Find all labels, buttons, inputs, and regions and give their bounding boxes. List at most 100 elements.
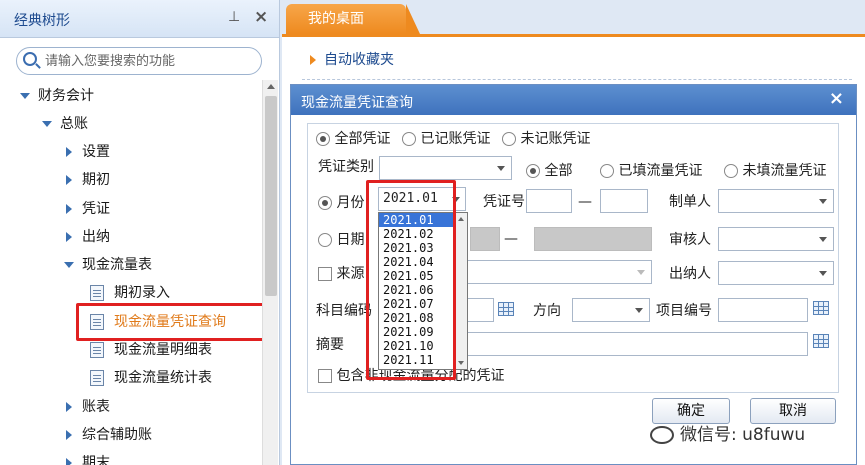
tree-scrollbar[interactable]: [262, 80, 278, 465]
tab-my-desk[interactable]: 我的桌面: [286, 4, 420, 34]
search-box[interactable]: [16, 47, 262, 75]
tree-item-opening[interactable]: 期初: [66, 169, 110, 191]
radio-button[interactable]: [526, 164, 540, 178]
checkbox[interactable]: [318, 369, 332, 383]
navigation-panel: 经典树形 ⊥ × 财务会计 总账 设置 期初 凭证 出纳 现金流量表 期初录入 …: [0, 0, 280, 465]
chevron-down-icon: [637, 270, 645, 275]
date-range-dash: —: [504, 231, 518, 247]
watermark: 微信号: u8fuwu: [650, 420, 805, 445]
radio-date[interactable]: 日期: [318, 230, 364, 250]
close-icon[interactable]: ×: [254, 7, 268, 27]
voucher-no-label: 凭证号: [483, 194, 525, 210]
account-code-label: 科目编码: [316, 303, 372, 319]
tree-item-opening-entry[interactable]: 期初录入: [90, 282, 170, 304]
document-icon: [90, 285, 104, 301]
account-code-input[interactable]: [466, 298, 494, 322]
reference-icon[interactable]: [813, 301, 829, 315]
maker-select[interactable]: [718, 189, 834, 213]
chevron-right-icon: [66, 458, 72, 465]
scroll-up-icon[interactable]: [267, 84, 275, 89]
radio-posted-vouchers[interactable]: 已记账凭证: [402, 129, 490, 149]
triangle-right-icon: [310, 55, 316, 65]
project-code-input[interactable]: [718, 298, 808, 322]
month-highlight-annotation: [366, 180, 456, 380]
panel-title: 经典树形: [14, 13, 70, 29]
radio-button[interactable]: [318, 196, 332, 210]
voucher-no-from-input[interactable]: [526, 189, 572, 213]
scroll-down-icon[interactable]: [458, 361, 464, 365]
tree-item-finance[interactable]: 财务会计: [20, 85, 94, 107]
direction-select[interactable]: [572, 298, 650, 322]
tree-item-reports[interactable]: 账表: [66, 396, 110, 418]
scroll-thumb[interactable]: [265, 96, 277, 296]
chevron-down-icon: [819, 237, 827, 242]
chevron-down-icon: [635, 308, 643, 313]
date-from-input[interactable]: [470, 227, 500, 251]
tree-item-settings[interactable]: 设置: [66, 141, 110, 163]
summary-label: 摘要: [316, 337, 344, 353]
tree-item-period-end[interactable]: 期末: [66, 452, 110, 465]
chevron-down-icon: [20, 93, 30, 99]
radio-month[interactable]: 月份: [318, 193, 364, 213]
panel-header: 经典树形 ⊥ ×: [0, 0, 279, 38]
search-icon: [23, 52, 37, 66]
dialog-close-icon[interactable]: ×: [829, 88, 844, 109]
tree-item-cash-flow-detail[interactable]: 现金流量明细表: [90, 339, 212, 361]
voucher-type-select[interactable]: [379, 156, 512, 180]
radio-button[interactable]: [316, 132, 330, 146]
radio-button[interactable]: [402, 132, 416, 146]
range-dash: —: [578, 194, 592, 210]
direction-label: 方向: [533, 303, 561, 319]
checkbox-source[interactable]: 来源: [318, 264, 364, 284]
chevron-down-icon: [819, 199, 827, 204]
reviewer-select[interactable]: [718, 227, 834, 251]
radio-unposted-vouchers[interactable]: 未记账凭证: [502, 129, 590, 149]
chevron-down-icon: [819, 271, 827, 276]
tree-item-aux-ledger[interactable]: 综合辅助账: [66, 424, 152, 446]
document-icon: [90, 342, 104, 358]
chevron-right-icon: [66, 402, 72, 412]
scroll-up-icon[interactable]: [458, 217, 464, 221]
radio-flow-all[interactable]: 全部: [526, 161, 572, 181]
radio-button[interactable]: [724, 164, 738, 178]
chevron-down-icon: [497, 166, 505, 171]
voucher-no-to-input[interactable]: [600, 189, 648, 213]
document-icon: [90, 370, 104, 386]
radio-all-vouchers[interactable]: 全部凭证: [316, 129, 390, 149]
radio-button[interactable]: [318, 233, 332, 247]
dialog-header: 现金流量凭证查询 ×: [291, 85, 856, 115]
source-select[interactable]: [466, 260, 652, 284]
reference-icon[interactable]: [498, 302, 514, 316]
cashier-select[interactable]: [718, 261, 834, 285]
tree-item-cash-flow-stats[interactable]: 现金流量统计表: [90, 367, 212, 389]
cashier-label: 出纳人: [669, 266, 711, 282]
reference-icon[interactable]: [813, 334, 829, 348]
tree-item-cashier[interactable]: 出纳: [66, 226, 110, 248]
pin-icon[interactable]: ⊥: [228, 9, 240, 25]
radio-button[interactable]: [600, 164, 614, 178]
tab-strip: 我的桌面: [282, 0, 865, 34]
voucher-type-label: 凭证类别: [318, 159, 374, 175]
chevron-right-icon: [66, 204, 72, 214]
search-input[interactable]: [45, 51, 255, 71]
summary-input[interactable]: [466, 332, 808, 356]
checkbox[interactable]: [318, 267, 332, 281]
tree-item-voucher[interactable]: 凭证: [66, 198, 110, 220]
chevron-right-icon: [66, 175, 72, 185]
tree-item-cash-flow[interactable]: 现金流量表: [64, 254, 152, 276]
project-code-label: 项目编号: [656, 303, 712, 319]
date-to-input[interactable]: [534, 227, 652, 251]
radio-button[interactable]: [502, 132, 516, 146]
chevron-down-icon: [64, 262, 74, 268]
maker-label: 制单人: [669, 194, 711, 210]
chevron-right-icon: [66, 430, 72, 440]
tree-item-general-ledger[interactable]: 总账: [42, 113, 88, 135]
dropdown-scrollbar[interactable]: [455, 213, 467, 369]
chevron-right-icon: [66, 232, 72, 242]
favorites-label[interactable]: 自动收藏夹: [324, 49, 394, 69]
radio-flow-filled[interactable]: 已填流量凭证: [600, 161, 702, 181]
divider: [302, 79, 852, 80]
radio-flow-unfilled[interactable]: 未填流量凭证: [724, 161, 826, 181]
selection-highlight-annotation: [76, 303, 266, 341]
chevron-down-icon: [42, 121, 52, 127]
